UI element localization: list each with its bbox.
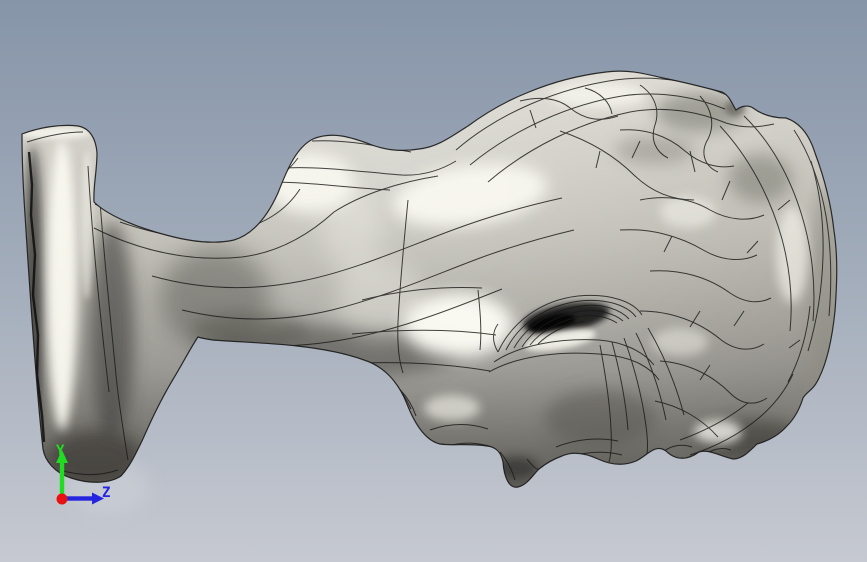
axis-label-z: Z bbox=[102, 485, 110, 501]
origin-dot bbox=[56, 493, 68, 505]
viewport-canvas[interactable]: Y Z bbox=[0, 0, 867, 562]
bust-model[interactable] bbox=[20, 70, 842, 488]
axis-label-y: Y bbox=[56, 443, 65, 459]
3d-viewport[interactable]: Y Z bbox=[0, 0, 867, 562]
